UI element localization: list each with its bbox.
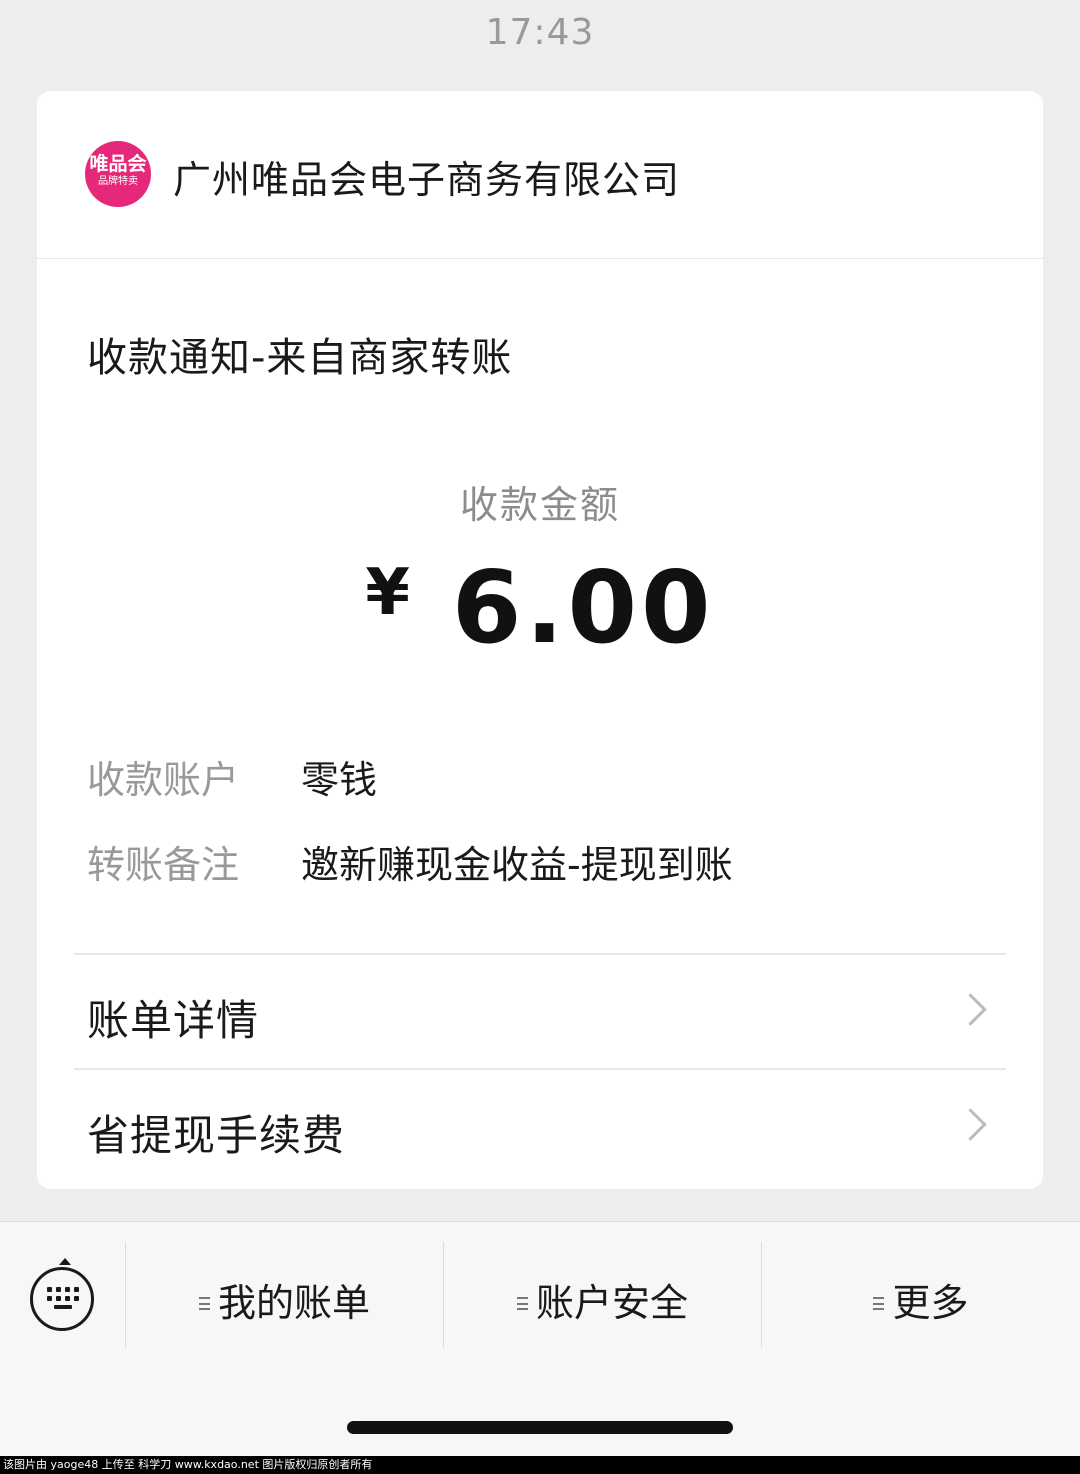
- bill-details-row[interactable]: 账单详情: [74, 955, 1006, 1068]
- watermark-text: 该图片由 yaoge48 上传至 科学刀 www.kxdao.net 图片版权归…: [0, 1456, 1080, 1474]
- chevron-right-icon: [954, 1108, 987, 1141]
- tab-account-security[interactable]: 账户安全: [444, 1272, 761, 1325]
- detail-row-account: 收款账户 零钱: [87, 749, 987, 804]
- transfer-notice-card: 唯品会 品牌特卖 广州唯品会电子商务有限公司 收款通知-来自商家转账 收款金额 …: [37, 91, 1043, 1189]
- tab-label: 更多: [892, 1281, 969, 1325]
- detail-value: 邀新赚现金收益-提现到账: [301, 843, 733, 887]
- tab-my-bills[interactable]: 我的账单: [126, 1272, 443, 1325]
- home-indicator[interactable]: [347, 1421, 733, 1434]
- detail-label: 收款账户: [87, 758, 240, 802]
- save-withdrawal-fee-row[interactable]: 省提现手续费: [74, 1070, 1006, 1183]
- tab-more[interactable]: 更多: [762, 1272, 1080, 1325]
- merchant-name: 广州唯品会电子商务有限公司: [173, 158, 681, 202]
- merchant-logo-subtext: 品牌特卖: [98, 176, 138, 187]
- currency-symbol: ¥: [365, 556, 410, 630]
- keyboard-icon[interactable]: [30, 1258, 94, 1331]
- menu-icon: [198, 1297, 210, 1310]
- amount-label: 收款金额: [459, 483, 620, 527]
- tab-label: 账户安全: [535, 1281, 688, 1325]
- menu-icon: [873, 1297, 885, 1310]
- merchant-logo: 唯品会 品牌特卖: [85, 141, 151, 207]
- tab-label: 我的账单: [217, 1281, 370, 1325]
- detail-value: 零钱: [301, 758, 378, 802]
- amount-display: ¥6.00: [37, 549, 1043, 666]
- detail-label: 转账备注: [87, 843, 240, 887]
- merchant-logo-text: 唯品会: [89, 153, 147, 175]
- detail-row-remark: 转账备注 邀新赚现金收益-提现到账: [87, 834, 987, 889]
- menu-icon: [516, 1297, 528, 1310]
- notice-title: 收款通知-来自商家转账: [87, 335, 513, 381]
- amount-value: 6.00: [451, 549, 715, 666]
- save-withdrawal-fee-label: 省提现手续费: [87, 1111, 346, 1160]
- status-time: 17:43: [485, 12, 595, 53]
- merchant-header[interactable]: 唯品会 品牌特卖 广州唯品会电子商务有限公司: [37, 91, 1043, 259]
- chevron-right-icon: [954, 993, 987, 1026]
- bill-details-label: 账单详情: [87, 996, 260, 1045]
